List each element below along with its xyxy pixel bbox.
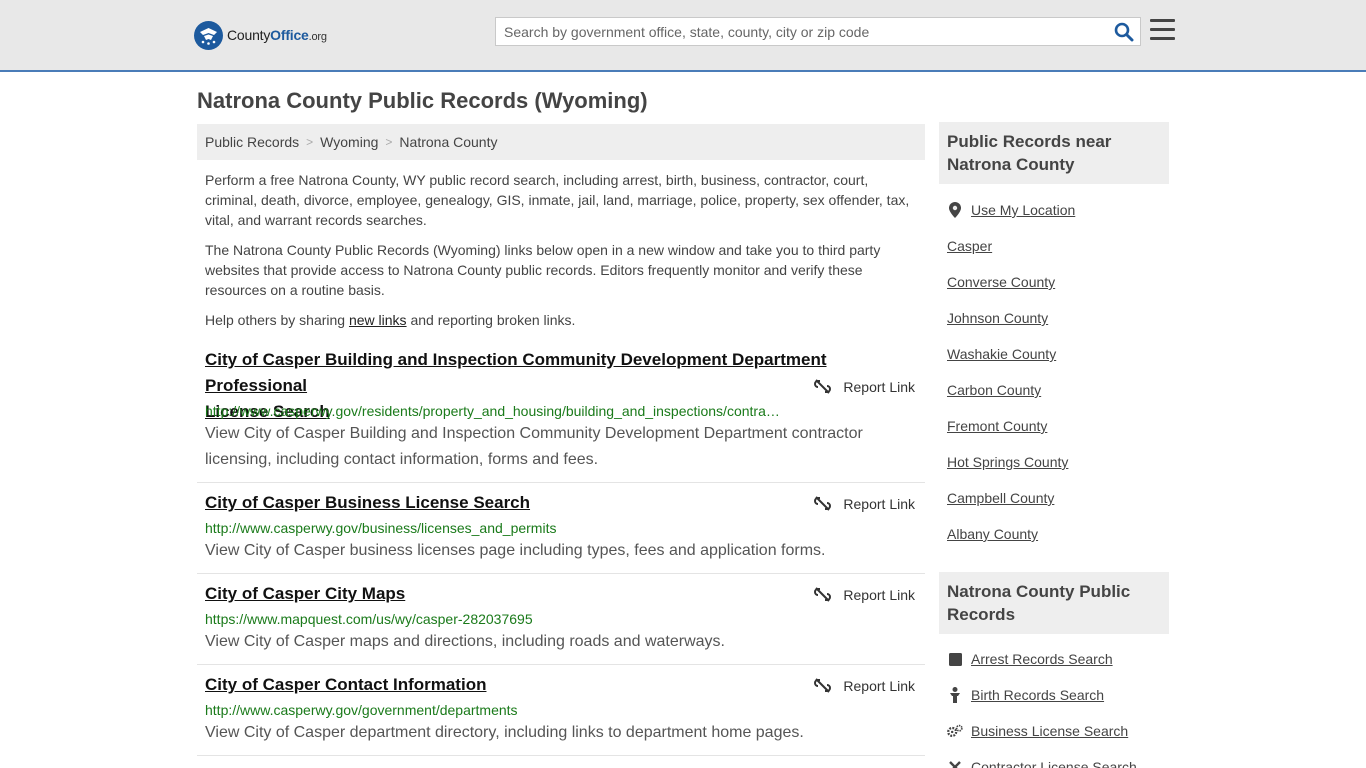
listing-url[interactable]: http://www.casperwy.gov/business/license… xyxy=(205,520,556,536)
broken-link-icon xyxy=(814,496,832,511)
search-icon[interactable] xyxy=(1114,22,1134,42)
intro-paragraph-1: Perform a free Natrona County, WY public… xyxy=(205,172,910,228)
report-link-button[interactable]: Report Link xyxy=(814,586,915,603)
listing-url[interactable]: http://www.casperwy.gov/residents/proper… xyxy=(205,403,785,419)
logo-office: Office xyxy=(270,27,309,43)
sidebar-item-washakie-county[interactable]: Washakie County xyxy=(947,346,1056,362)
sidebar-item-birth-records[interactable]: Birth Records Search xyxy=(947,687,1104,703)
sidebar-item-label: Arrest Records Search xyxy=(971,651,1113,667)
listing-item: City of Casper Contact Information Repor… xyxy=(197,672,925,756)
breadcrumb-separator: > xyxy=(385,135,393,149)
tools-icon xyxy=(947,759,963,768)
sidebar-item-arrest-records[interactable]: Arrest Records Search xyxy=(947,651,1113,667)
listing-title[interactable]: City of Casper Contact Information xyxy=(205,672,486,698)
listing-title[interactable]: City of Casper Business License Search xyxy=(205,490,530,516)
breadcrumb-separator: > xyxy=(306,135,314,149)
logo-county: County xyxy=(227,27,271,43)
site-logo[interactable]: CountyOffice.org xyxy=(194,20,327,50)
sidebar-item-johnson-county[interactable]: Johnson County xyxy=(947,310,1048,326)
report-link-button[interactable]: Report Link xyxy=(814,495,915,512)
sidebar-item-campbell-county[interactable]: Campbell County xyxy=(947,490,1054,506)
listing-item: City of Casper Building and Inspection C… xyxy=(197,347,925,483)
intro-help-text: Help others by sharing xyxy=(205,312,349,328)
report-link-label: Report Link xyxy=(843,677,915,694)
sidebar-item-business-license[interactable]: Business License Search xyxy=(947,723,1128,739)
new-links-link[interactable]: new links xyxy=(349,312,407,328)
search-bar xyxy=(495,17,1141,46)
listing-item: City of Casper City Maps Report Link htt… xyxy=(197,581,925,665)
hamburger-menu-icon[interactable] xyxy=(1150,19,1175,41)
breadcrumb-natrona-county: Natrona County xyxy=(399,134,498,150)
sidebar-item-label: Business License Search xyxy=(971,723,1129,739)
report-link-button[interactable]: Report Link xyxy=(814,378,915,395)
use-my-location-label: Use My Location xyxy=(971,202,1076,218)
search-input[interactable] xyxy=(496,18,1106,45)
broken-link-icon xyxy=(814,678,832,693)
intro-paragraph-3: Help others by sharing new links and rep… xyxy=(205,310,917,330)
listing-description: View City of Casper business licenses pa… xyxy=(205,542,826,559)
sidebar-item-contractor-license[interactable]: Contractor License Search xyxy=(947,759,1137,768)
sidebar-item-casper[interactable]: Casper xyxy=(947,238,992,254)
sidebar-item-albany-county[interactable]: Albany County xyxy=(947,526,1038,542)
page-title: Natrona County Public Records (Wyoming) xyxy=(197,88,648,113)
listing-url[interactable]: https://www.mapquest.com/us/wy/casper-28… xyxy=(205,611,533,627)
breadcrumb: Public Records > Wyoming > Natrona Count… xyxy=(197,124,925,160)
broken-link-icon xyxy=(814,587,832,602)
seal-icon xyxy=(194,20,223,50)
report-link-label: Report Link xyxy=(843,378,915,395)
listing-url[interactable]: http://www.casperwy.gov/government/depar… xyxy=(205,702,518,718)
listing-item: City of Casper Business License Search R… xyxy=(197,490,925,574)
logo-tld: .org xyxy=(308,31,327,43)
sidebar-item-label: Birth Records Search xyxy=(971,687,1105,703)
listing-description: View City of Casper department directory… xyxy=(205,724,804,741)
sidebar-item-fremont-county[interactable]: Fremont County xyxy=(947,418,1047,434)
listing-title-line1: City of Casper Building and Inspection C… xyxy=(205,350,827,395)
breadcrumb-wyoming[interactable]: Wyoming xyxy=(320,134,378,150)
gears-icon xyxy=(947,723,963,739)
listing-title[interactable]: City of Casper City Maps xyxy=(205,581,405,607)
map-pin-icon xyxy=(947,202,963,218)
intro-paragraph-2: The Natrona County Public Records (Wyomi… xyxy=(205,242,881,298)
site-header: CountyOffice.org xyxy=(0,0,1366,72)
breadcrumb-public-records[interactable]: Public Records xyxy=(205,134,299,150)
broken-link-icon xyxy=(814,379,832,394)
sidebar-records-heading: Natrona County Public Records xyxy=(939,572,1169,634)
sidebar-item-converse-county[interactable]: Converse County xyxy=(947,274,1055,290)
intro-help-text-end: and reporting broken links. xyxy=(406,312,576,328)
sidebar-item-label: Contractor License Search xyxy=(971,759,1137,768)
report-link-button[interactable]: Report Link xyxy=(814,677,915,694)
listing-description: View City of Casper Building and Inspect… xyxy=(205,425,863,468)
sidebar-near-heading: Public Records near Natrona County xyxy=(939,122,1169,184)
use-my-location-link[interactable]: Use My Location xyxy=(947,202,1075,218)
sidebar-item-hot-springs-county[interactable]: Hot Springs County xyxy=(947,454,1068,470)
report-link-label: Report Link xyxy=(843,586,915,603)
sidebar-item-carbon-county[interactable]: Carbon County xyxy=(947,382,1041,398)
report-link-label: Report Link xyxy=(843,495,915,512)
listing-description: View City of Casper maps and directions,… xyxy=(205,633,725,650)
baby-icon xyxy=(947,687,963,703)
logo-text: CountyOffice.org xyxy=(227,27,327,43)
arrest-square-icon xyxy=(947,651,963,667)
